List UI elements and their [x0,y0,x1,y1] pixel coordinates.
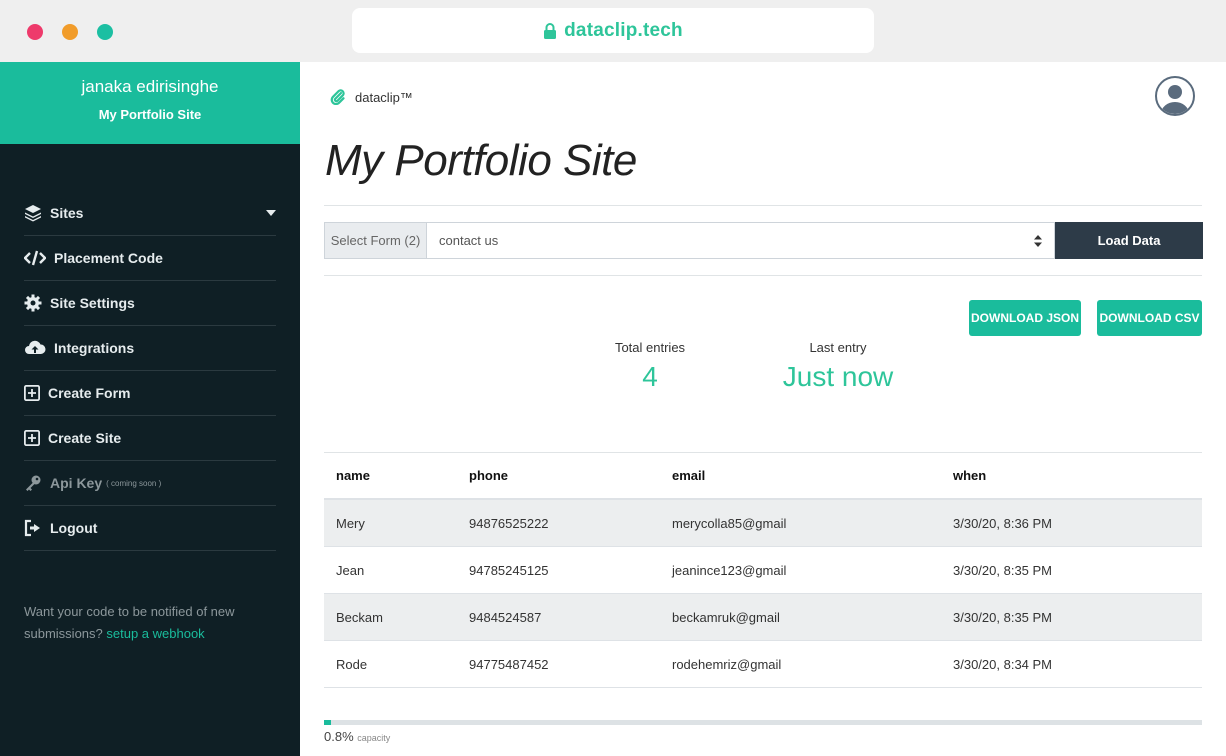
sidebar-item-label: Api Key [50,475,103,491]
page-title: My Portfolio Site [325,136,637,185]
total-entries-stat: Total entries 4 [600,340,700,393]
column-header-when[interactable]: when [953,468,1202,483]
capacity-value: 0.8% [324,729,354,744]
cell-phone: 94785245125 [469,562,549,578]
webhook-hint: Want your code to be notified of new sub… [24,601,276,645]
sidebar-item-create-form[interactable]: Create Form [24,371,276,416]
plus-square-icon [24,430,40,446]
plus-square-icon [24,385,40,401]
sidebar-item-sites[interactable]: Sites [24,191,276,236]
sidebar-item-label: Create Site [48,430,122,446]
divider [324,275,1202,276]
cell-name: Jean [336,562,365,578]
column-header-phone[interactable]: phone [469,468,672,483]
cell-email: rodehemriz@gmail [672,656,782,672]
table-header-row: name phone email when [324,453,1202,500]
form-selector-bar: Select Form (2) contact us Load Data [324,222,1203,259]
cell-when: 3/30/20, 8:35 PM [953,562,1053,578]
cell-when: 3/30/20, 8:36 PM [953,515,1053,531]
close-window-button[interactable] [27,24,43,40]
last-entry-label: Last entry [809,340,867,355]
cell-when: 3/30/20, 8:35 PM [953,609,1053,625]
table-row[interactable]: Rode 94775487452 rodehemriz@gmail 3/30/2… [324,641,1202,688]
capacity-bar-fill [324,720,332,725]
setup-webhook-link[interactable]: setup a webhook [106,626,204,641]
lock-icon [544,22,557,39]
user-name: janaka edirisinghe [81,77,219,96]
download-csv-button[interactable]: DOWNLOAD CSV [1097,300,1202,336]
current-site-name: My Portfolio Site [98,107,202,122]
layers-icon [25,205,41,222]
sidebar-item-logout[interactable]: Logout [24,506,276,551]
cell-when: 3/30/20, 8:34 PM [953,656,1053,672]
cell-name: Beckam [336,609,383,625]
maximize-window-button[interactable] [97,24,113,40]
entries-table: name phone email when Mery 94876525222 m… [324,452,1202,688]
cell-email: merycolla85@gmail [672,515,787,531]
column-header-email[interactable]: email [672,468,953,483]
sidebar-item-label: Logout [50,520,98,536]
cell-name: Mery [336,515,365,531]
last-entry-value: Just now [782,361,894,392]
sidebar: janaka edirisinghe My Portfolio Site Sit… [0,62,300,756]
load-data-button[interactable]: Load Data [1055,222,1203,259]
capacity-text: 0.8% capacity [324,729,390,744]
key-icon [26,475,41,491]
chevron-down-icon[interactable] [266,210,276,216]
sidebar-item-label: Integrations [54,340,135,356]
brand[interactable]: dataclip™ [330,89,413,105]
sidebar-item-site-settings[interactable]: Site Settings [24,281,276,326]
sidebar-item-label: Site Settings [50,295,135,311]
cloud-upload-icon [25,340,46,354]
url-text: dataclip.tech [564,19,683,41]
table-row[interactable]: Mery 94876525222 merycolla85@gmail 3/30/… [324,500,1202,547]
total-entries-value: 4 [642,361,658,392]
sidebar-header: janaka edirisinghe My Portfolio Site [0,62,300,144]
sidebar-item-label: Sites [50,205,84,221]
divider [324,205,1202,206]
cell-email: beckamruk@gmail [672,609,780,625]
main-content: dataclip™ My Portfolio Site Select Form … [300,62,1226,756]
browser-chrome: dataclip.tech [0,0,1226,62]
form-select[interactable]: contact us [426,222,1055,259]
sidebar-item-integrations[interactable]: Integrations [24,326,276,371]
cell-name: Rode [336,656,368,672]
table-row[interactable]: Beckam 9484524587 beckamruk@gmail 3/30/2… [324,594,1202,641]
cell-phone: 94775487452 [469,656,549,672]
sidebar-item-label: Placement Code [54,250,163,266]
cell-email: jeanince123@gmail [672,562,787,578]
brand-name: dataclip™ [355,89,413,105]
user-icon [1161,85,1189,114]
sidebar-menu: Sites Placement Code Site Settings Integ… [24,191,276,551]
sidebar-item-label: Create Form [48,385,131,401]
download-json-button[interactable]: DOWNLOAD JSON [969,300,1081,336]
capacity-label: capacity [357,733,391,743]
sign-out-icon [24,519,40,537]
cell-phone: 9484524587 [469,609,542,625]
sidebar-item-placement-code[interactable]: Placement Code [24,236,276,281]
sidebar-item-api-key[interactable]: Api Key ( coming soon ) [24,461,276,506]
code-icon [24,250,46,266]
address-bar[interactable]: dataclip.tech [352,8,874,53]
select-arrows-icon [1034,235,1042,247]
capacity-bar [324,720,1202,725]
avatar[interactable] [1155,76,1195,116]
last-entry-stat: Last entry Just now [768,340,908,393]
coming-soon-note: ( coming soon ) [106,478,162,488]
sidebar-item-create-site[interactable]: Create Site [24,416,276,461]
form-select-value: contact us [439,233,499,248]
table-row[interactable]: Jean 94785245125 jeanince123@gmail 3/30/… [324,547,1202,594]
column-header-name[interactable]: name [324,468,469,483]
cell-phone: 94876525222 [469,515,549,531]
select-form-label: Select Form (2) [324,222,426,259]
minimize-window-button[interactable] [62,24,78,40]
paperclip-icon [330,89,345,105]
total-entries-label: Total entries [614,340,686,355]
gear-icon [24,294,42,312]
